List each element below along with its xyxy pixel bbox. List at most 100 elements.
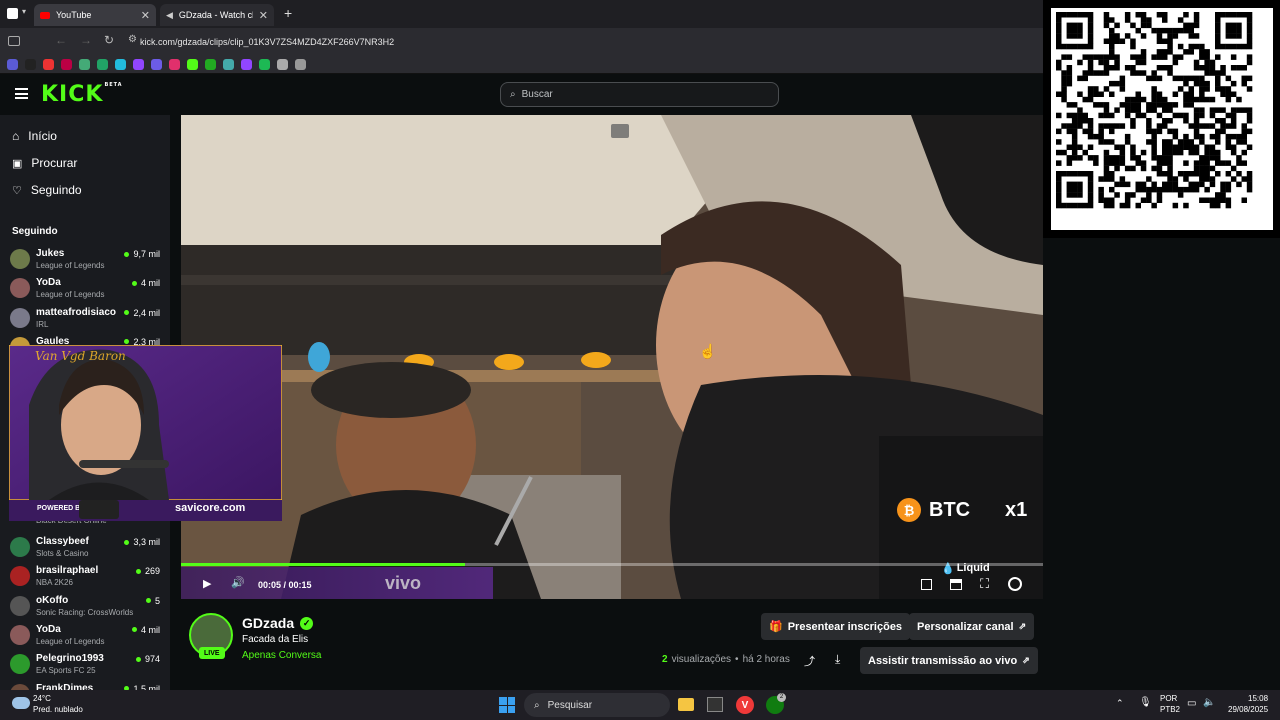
tab-kick[interactable]: ◀ GDzada - Watch clips o ✕ [160, 4, 274, 26]
close-icon[interactable]: ✕ [259, 9, 268, 22]
viewer-count: 9,7 mil [124, 249, 160, 259]
play-icon[interactable]: ▶ [203, 577, 211, 590]
bookmark-icon[interactable] [151, 58, 162, 70]
sidebar-channel[interactable]: Pelegrino1993 EA Sports FC 25 974 [10, 650, 160, 679]
browser-menu-icon[interactable] [7, 8, 18, 19]
kick-logo[interactable]: KICKBETA [41, 82, 123, 107]
settings-icon[interactable] [1008, 577, 1022, 591]
gift-label: Presentear inscrições [787, 620, 903, 633]
live-dot-icon [131, 627, 137, 633]
watch-live-label: Assistir transmissão ao vivo [868, 654, 1018, 667]
language-bottom[interactable]: PTB2 [1160, 705, 1180, 714]
tab-youtube[interactable]: YouTube ✕ [34, 4, 156, 26]
channel-avatar [10, 595, 30, 616]
viewer-count: 269 [135, 566, 160, 576]
viewer-count-text: 3,3 mil [133, 537, 160, 547]
viewer-count-text: 5 [154, 595, 160, 606]
channel-avatar [10, 249, 30, 269]
bookmark-icon[interactable] [61, 58, 72, 70]
file-explorer-icon[interactable] [678, 698, 694, 711]
url-field[interactable]: kick.com/gdzada/clips/clip_01K3V7ZS4MZD4… [140, 34, 1040, 50]
channel-name: oKoffo [36, 594, 69, 606]
viewer-count-text: 4 mil [140, 278, 160, 289]
chevron-down-icon[interactable]: ▾ [22, 7, 26, 16]
channel-name[interactable]: GDzada [242, 615, 294, 631]
bookmark-icon[interactable] [259, 58, 270, 70]
clip-video-player[interactable]: ₿ BTC x1 💧 Liquid ☝ [181, 115, 1043, 599]
theater-icon[interactable] [950, 579, 962, 590]
powered-by-label: POWERED BY [37, 505, 85, 512]
clip-title: Facada da Elis [242, 634, 309, 645]
taskbar-search-input[interactable]: ⌕ Pesquisar [524, 693, 670, 717]
bookmark-icon[interactable] [205, 58, 216, 70]
site-settings-icon[interactable]: ⚙ [128, 34, 137, 45]
download-icon[interactable]: ⤓ [835, 652, 840, 667]
clock-time[interactable]: 15:08 [1248, 694, 1268, 703]
bookmark-icon[interactable] [97, 58, 108, 70]
bookmark-icon[interactable] [277, 58, 288, 70]
bookmark-icon[interactable] [25, 58, 36, 70]
live-dot-icon [124, 339, 130, 345]
back-icon[interactable]: ← [55, 33, 67, 47]
bookmark-icon[interactable] [241, 58, 252, 70]
url-text: kick.com/gdzada/clips/clip_01K3V7ZS4MZD4… [140, 37, 395, 47]
new-tab-icon[interactable]: + [284, 5, 292, 21]
bookmark-icon[interactable] [43, 58, 54, 70]
sidebar-item-procurar[interactable]: ▣ Procurar [12, 156, 77, 170]
fullscreen-icon[interactable]: ⛶ [980, 576, 989, 592]
sidebar-toggle-icon[interactable] [8, 36, 20, 46]
search-icon: ⌕ [510, 89, 516, 100]
sidebar-channel[interactable]: YoDa League of Legends 4 mil [10, 621, 160, 650]
bookmark-icon[interactable] [7, 58, 18, 70]
bookmark-icon[interactable] [295, 58, 306, 70]
microphone-icon[interactable]: 🎙 [1139, 697, 1152, 708]
pip-icon[interactable] [611, 124, 629, 138]
category-link[interactable]: Apenas Conversa [242, 650, 322, 661]
weather-desc[interactable]: Pred. nublado [33, 705, 83, 714]
sidebar-channel[interactable]: oKoffo Sonic Racing: CrossWorlds 5 [10, 592, 160, 621]
gift-subs-button[interactable]: 🎁 Presentear inscrições [761, 613, 911, 640]
customize-channel-button[interactable]: Personalizar canal ⇗ [909, 613, 1035, 640]
bookmark-icon[interactable] [187, 58, 198, 70]
browse-icon: ▣ [12, 157, 23, 170]
bookmark-icon[interactable] [223, 58, 234, 70]
search-input[interactable]: ⌕ Buscar [500, 82, 779, 107]
menu-icon[interactable] [15, 88, 28, 99]
chevron-up-icon[interactable]: ⌃ [1116, 698, 1124, 709]
pip-mode-icon[interactable] [921, 579, 932, 590]
close-icon[interactable]: ✕ [141, 9, 150, 22]
sidebar-channel[interactable]: Classybeef Slots & Casino 3,3 mil [10, 533, 160, 562]
bookmark-icon[interactable] [169, 58, 180, 70]
language-top[interactable]: POR [1160, 694, 1177, 703]
bookmark-icon[interactable] [79, 58, 90, 70]
sidebar-channel[interactable]: Jukes League of Legends 9,7 mil [10, 245, 160, 274]
progress-track[interactable] [181, 563, 1043, 566]
channel-name-row: GDzada ✓ [242, 615, 314, 631]
sidebar-channel[interactable]: FrankDimes 1,5 mil [10, 680, 160, 691]
network-icon[interactable]: ▭ [1187, 698, 1196, 709]
channel-name: FrankDimes [36, 682, 94, 691]
bookmark-icon[interactable] [133, 58, 144, 70]
forward-icon[interactable]: → [80, 33, 92, 47]
reload-icon[interactable]: ↻ [104, 33, 114, 47]
channel-game: League of Legends [36, 261, 105, 270]
channel-game: League of Legends [36, 290, 105, 300]
sidebar-channel[interactable]: YoDa League of Legends 4 mil [10, 274, 160, 303]
sidebar-item-inicio[interactable]: ⌂ Início [12, 129, 57, 143]
vivaldi-icon[interactable]: V [736, 696, 754, 714]
speaker-icon[interactable]: 🔈 [1203, 697, 1215, 708]
weather-temp[interactable]: 24°C [33, 694, 51, 703]
sidebar-channel[interactable]: brasilraphael NBA 2K26 269 [10, 562, 160, 591]
qr-code [1051, 8, 1273, 230]
volume-icon[interactable]: 🔊 [231, 576, 245, 589]
watch-live-button[interactable]: Assistir transmissão ao vivo ⇗ [860, 647, 1038, 674]
windows-start-icon[interactable] [499, 697, 515, 713]
bookmark-icon[interactable] [115, 58, 126, 70]
terminal-icon[interactable] [707, 697, 723, 712]
webcam-frame [8, 344, 283, 521]
clock-date[interactable]: 29/08/2025 [1228, 705, 1268, 714]
sidebar-item-seguindo[interactable]: ♡ Seguindo [12, 183, 82, 197]
share-icon[interactable]: ⤴ [804, 653, 815, 669]
sidebar-channel[interactable]: matteafrodisiaco IRL 2,4 mil [10, 304, 160, 333]
logo-text: KICK [41, 82, 104, 107]
